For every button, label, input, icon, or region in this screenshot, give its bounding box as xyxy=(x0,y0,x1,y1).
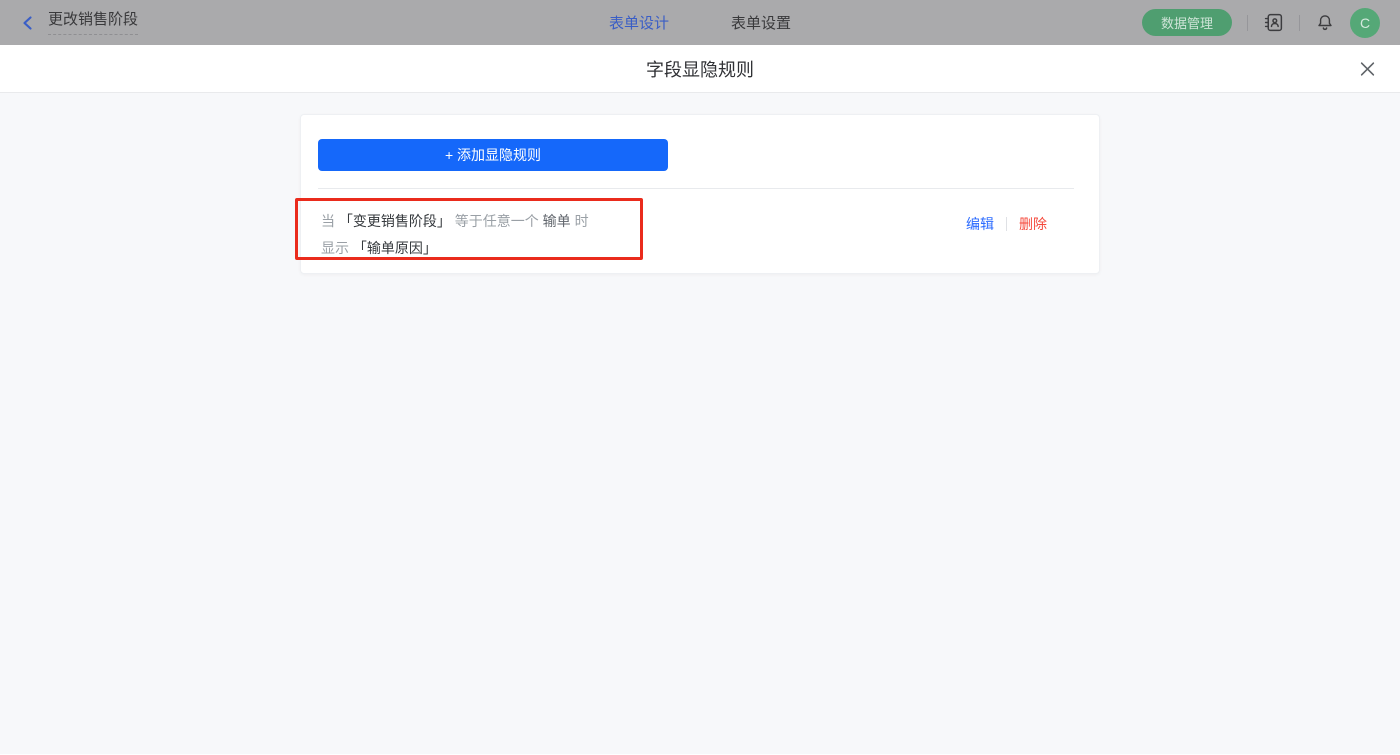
rule-line-action: 显示 「输单原因」 xyxy=(321,235,589,262)
tab-form-settings[interactable]: 表单设置 xyxy=(731,12,791,33)
rule-show-prefix: 显示 xyxy=(321,240,349,256)
field-visibility-modal: 字段显隐规则 + 添加显隐规则 当 「变更销售阶段」 等于任意一个 输单 时 显… xyxy=(0,45,1400,755)
delete-rule-link[interactable]: 删除 xyxy=(1019,214,1047,234)
topbar-right: 数据管理 C xyxy=(1141,7,1380,38)
rule-description: 当 「变更销售阶段」 等于任意一个 输单 时 显示 「输单原因」 xyxy=(321,208,589,262)
topbar-divider xyxy=(1247,14,1248,31)
page-title[interactable]: 更改销售阶段 xyxy=(48,11,139,35)
topbar: 更改销售阶段 表单设计 表单设置 数据管理 C xyxy=(0,0,1400,45)
address-book-icon[interactable] xyxy=(1263,12,1284,33)
rule-field: 「变更销售阶段」 xyxy=(338,213,451,229)
rule-line-condition: 当 「变更销售阶段」 等于任意一个 输单 时 xyxy=(321,208,589,235)
back-button[interactable] xyxy=(20,15,36,31)
plus-icon: + xyxy=(444,147,454,163)
add-rule-button[interactable]: + 添加显隐规则 xyxy=(318,139,668,171)
modal-title: 字段显隐规则 xyxy=(646,59,754,80)
topbar-tabs: 表单设计 表单设置 xyxy=(609,0,791,45)
rule-condition: 等于任意一个 xyxy=(454,213,539,229)
chevron-left-icon xyxy=(20,15,36,31)
avatar[interactable]: C xyxy=(1350,7,1380,38)
add-rule-label: 添加显隐规则 xyxy=(457,147,542,163)
data-manage-button[interactable]: 数据管理 xyxy=(1141,9,1232,36)
rule-when-prefix: 当 xyxy=(321,213,335,229)
rule-time-suffix: 时 xyxy=(574,213,589,229)
modal-body: + 添加显隐规则 当 「变更销售阶段」 等于任意一个 输单 时 显示 「输单原因… xyxy=(0,93,1400,754)
rule-show-field: 「输单原因」 xyxy=(352,240,437,256)
tab-form-design[interactable]: 表单设计 xyxy=(609,12,669,33)
rules-card: + 添加显隐规则 当 「变更销售阶段」 等于任意一个 输单 时 显示 「输单原因… xyxy=(300,114,1100,274)
rule-actions: 编辑 删除 xyxy=(966,214,1047,234)
bell-icon[interactable] xyxy=(1315,13,1335,33)
actions-divider xyxy=(1006,217,1007,231)
avatar-letter: C xyxy=(1359,14,1371,31)
edit-rule-link[interactable]: 编辑 xyxy=(966,214,994,234)
rule-value: 输单 xyxy=(542,213,571,229)
topbar-divider xyxy=(1299,14,1300,31)
close-icon[interactable] xyxy=(1359,60,1376,77)
card-divider xyxy=(318,188,1074,189)
topbar-left: 更改销售阶段 xyxy=(20,11,139,35)
modal-header: 字段显隐规则 xyxy=(0,45,1400,93)
